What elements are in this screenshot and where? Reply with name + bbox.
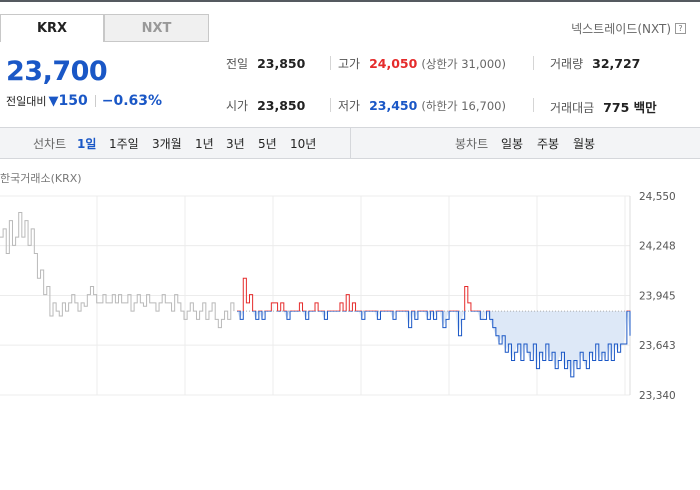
period-1d[interactable]: 1일 (77, 128, 96, 158)
divider (94, 95, 96, 107)
candle-chart-label: 봉차트 (455, 136, 489, 151)
stat-value: 23,450 (369, 98, 418, 113)
stat-value: 24,050 (369, 56, 418, 71)
pre-market-line (0, 211, 235, 329)
y-tick-label: 24,550 (639, 191, 676, 203)
down-triangle-icon: ▼ (48, 93, 59, 109)
candle-monthly[interactable]: 월봉 (573, 128, 595, 158)
stat-value: 775 백만 (603, 100, 657, 115)
stat-label: 전일 (226, 57, 249, 71)
stat-sub: (하한가 16,700) (421, 99, 506, 113)
period-1y[interactable]: 1년 (195, 128, 214, 158)
stat-open: 시가 23,850 (226, 97, 305, 114)
period-10y[interactable]: 10년 (290, 128, 316, 158)
exchange-label: 한국거래소(KRX) (0, 172, 82, 185)
top-border (0, 0, 700, 2)
line-chart-label: 선차트 (33, 136, 67, 151)
chart-toolbar: 선차트 1일 1주일 3개월 1년 3년 5년 10년 봉차트 일봉 주봉 월봉 (0, 127, 700, 159)
stat-label: 시가 (226, 99, 249, 113)
divider (533, 56, 534, 70)
tab-nxt[interactable]: NXT (104, 14, 209, 42)
stat-prev-close: 전일 23,850 (226, 55, 305, 72)
stat-value: 32,727 (592, 56, 641, 71)
divider (533, 98, 534, 112)
stat-amount: 거래대금 775 백만 (550, 97, 657, 116)
price-change: 150 (58, 93, 88, 109)
stat-value: 23,850 (257, 98, 306, 113)
y-axis-ticks: 24,550 24,248 23,945 23,643 23,340 (639, 191, 676, 400)
period-3m[interactable]: 3개월 (152, 128, 182, 158)
stat-label: 거래대금 (550, 101, 595, 115)
prev-label: 전일대비 (6, 95, 47, 108)
price-change-row: 전일대비 ▼ 150 −0.63% (6, 93, 162, 109)
stat-volume: 거래량 32,727 (550, 55, 640, 72)
nxt-link-label: 넥스트레이드(NXT) (571, 22, 671, 36)
divider (330, 56, 331, 70)
price-chart: 24,550 24,248 23,945 23,643 23,340 (0, 191, 676, 400)
stat-sub: (상한가 31,000) (421, 57, 506, 71)
stat-low: 저가 23,450 (하한가 16,700) (338, 97, 506, 114)
nxt-link[interactable]: 넥스트레이드(NXT) ? (571, 20, 686, 37)
price-change-percent: −0.63% (101, 93, 163, 109)
candle-weekly[interactable]: 주봉 (537, 128, 559, 158)
stat-label: 거래량 (550, 57, 584, 71)
stat-value: 23,850 (257, 56, 306, 71)
y-tick-label: 23,945 (639, 291, 676, 303)
candle-daily[interactable]: 일봉 (501, 128, 523, 158)
y-tick-label: 24,248 (639, 241, 676, 253)
chart-grid (0, 195, 631, 396)
period-3y[interactable]: 3년 (226, 128, 245, 158)
toolbar-divider (350, 128, 351, 158)
divider (330, 98, 331, 112)
help-icon[interactable]: ? (675, 23, 686, 34)
tab-krx[interactable]: KRX (0, 14, 104, 42)
stat-label: 고가 (338, 57, 361, 71)
stat-high: 고가 24,050 (상한가 31,000) (338, 55, 506, 72)
period-1w[interactable]: 1주일 (109, 128, 139, 158)
current-price: 23,700 (6, 56, 108, 87)
period-5y[interactable]: 5년 (258, 128, 277, 158)
y-tick-label: 23,643 (639, 340, 676, 352)
y-tick-label: 23,340 (639, 390, 676, 400)
stat-label: 저가 (338, 99, 361, 113)
